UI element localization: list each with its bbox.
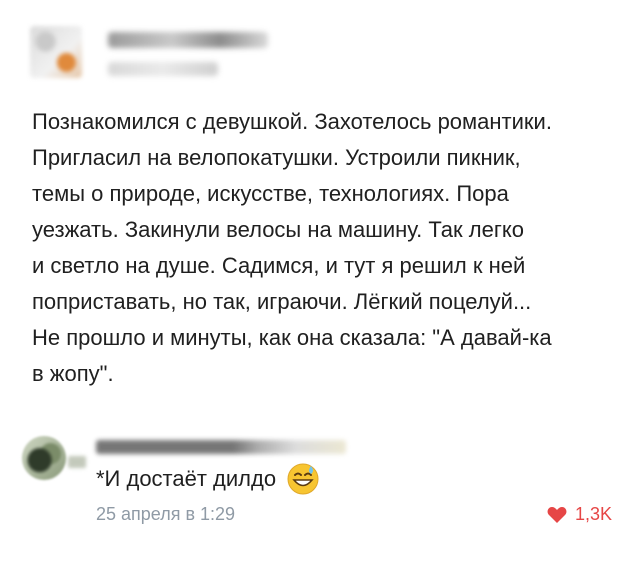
post-line: Не прошло и минуты, как она сказала: "А … xyxy=(32,325,552,350)
post-text: Познакомился с девушкой. Захотелось рома… xyxy=(32,104,622,392)
post-line: и светло на душе. Садимся, и тут я решил… xyxy=(32,253,526,278)
post-header xyxy=(30,22,270,84)
post-line: в жопу". xyxy=(32,361,114,386)
like-count: 1,3K xyxy=(574,504,612,524)
post-line: темы о природе, искусстве, технологиях. … xyxy=(32,181,509,206)
comment: *И достаёт дилдо 25 апреля в 1:29 1,3K xyxy=(22,420,622,530)
post-line: уезжать. Закинули велосы на машину. Так … xyxy=(32,217,524,242)
post-line: поприставать, но так, играючи. Лёгкий по… xyxy=(32,289,532,314)
comment-text: *И достаёт дилдо xyxy=(96,466,277,491)
post-line: Познакомился с девушкой. Захотелось рома… xyxy=(32,109,552,134)
post-line: Пригласил на велопокатушки. Устроили пик… xyxy=(32,145,521,170)
comment-date[interactable]: 25 апреля в 1:29 xyxy=(96,504,235,525)
like-button[interactable]: 1,3K xyxy=(547,504,612,525)
author-avatar-blurred[interactable] xyxy=(30,26,82,78)
heart-icon xyxy=(547,506,567,523)
sweat-smile-emoji-icon xyxy=(286,462,320,496)
commenter-name-blurred[interactable] xyxy=(96,440,346,454)
author-name-blurred[interactable] xyxy=(108,32,268,48)
post-date-blurred xyxy=(108,62,218,76)
commenter-avatar[interactable] xyxy=(22,436,66,480)
comment-text-row: *И достаёт дилдо xyxy=(96,462,320,496)
